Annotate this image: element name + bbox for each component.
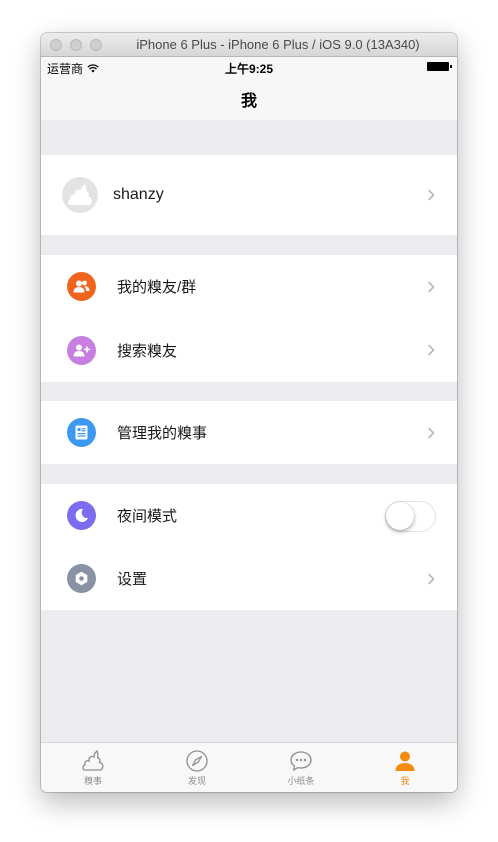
tab-bar: 糗事 发现 小纸条 我 <box>41 742 457 792</box>
manage-section: 管理我的糗事 <box>41 401 457 464</box>
battery-icon <box>427 62 452 71</box>
chevron-right-icon <box>428 281 435 292</box>
chat-bubble-icon <box>290 751 312 771</box>
simulator-window: iPhone 6 Plus - iPhone 6 Plus / iOS 9.0 … <box>41 33 457 792</box>
menu-label-settings: 设置 <box>117 571 148 588</box>
menu-label-manage-posts: 管理我的糗事 <box>117 425 208 442</box>
default-avatar-icon <box>67 184 92 205</box>
page-title: 我 <box>240 92 257 110</box>
gear-icon <box>67 564 96 593</box>
tab-label: 小纸条 <box>287 776 315 786</box>
avatar <box>62 177 98 213</box>
menu-item-search-friends[interactable]: 搜索糗友 <box>41 318 457 382</box>
status-time: 上午9:25 <box>224 62 274 76</box>
menu-label-search-friends: 搜索糗友 <box>117 342 178 360</box>
tab-qiushi[interactable]: 糗事 <box>41 743 145 792</box>
moon-icon <box>67 501 96 530</box>
navigation-bar: 我 <box>41 77 457 120</box>
menu-item-settings[interactable]: 设置 <box>41 547 457 610</box>
add-friend-icon <box>67 335 96 365</box>
menu-item-my-friends[interactable]: 我的糗友/群 <box>41 255 457 318</box>
tab-label: 我 <box>400 776 410 786</box>
chevron-right-icon <box>428 189 435 201</box>
menu-item-night-mode: 夜间模式 <box>41 484 457 547</box>
profile-row[interactable]: shanzy <box>41 155 457 235</box>
poop-icon <box>82 749 104 771</box>
tab-label: 发现 <box>187 776 206 786</box>
friends-icon <box>67 272 96 301</box>
document-icon <box>67 418 96 447</box>
tab-messages[interactable]: 小纸条 <box>249 743 353 792</box>
username: shanzy <box>113 186 164 203</box>
minimize-window-button[interactable] <box>70 39 82 51</box>
menu-item-manage-posts[interactable]: 管理我的糗事 <box>41 401 457 464</box>
zoom-window-button[interactable] <box>90 39 102 51</box>
menu-label-my-friends: 我的糗友/群 <box>117 279 197 296</box>
compass-icon <box>186 750 208 772</box>
window-title: iPhone 6 Plus - iPhone 6 Plus / iOS 9.0 … <box>136 37 420 52</box>
tab-label: 糗事 <box>83 776 102 786</box>
tab-discover[interactable]: 发现 <box>145 743 249 792</box>
menu-label-night-mode: 夜间模式 <box>117 508 178 525</box>
preferences-section: 夜间模式 设置 <box>41 484 457 610</box>
chevron-right-icon <box>428 344 435 356</box>
close-window-button[interactable] <box>50 39 62 51</box>
night-mode-toggle[interactable] <box>385 500 436 532</box>
friends-section: 我的糗友/群 搜索糗友 <box>41 255 457 382</box>
person-icon <box>395 751 415 771</box>
profile-section: shanzy <box>41 155 457 235</box>
tab-me[interactable]: 我 <box>353 743 457 792</box>
status-bar: 运营商 上午9:25 <box>41 57 457 77</box>
toggle-knob <box>386 501 414 530</box>
chevron-right-icon <box>428 573 435 584</box>
window-titlebar: iPhone 6 Plus - iPhone 6 Plus / iOS 9.0 … <box>41 33 457 57</box>
window-controls <box>50 39 102 51</box>
chevron-right-icon <box>428 427 435 438</box>
